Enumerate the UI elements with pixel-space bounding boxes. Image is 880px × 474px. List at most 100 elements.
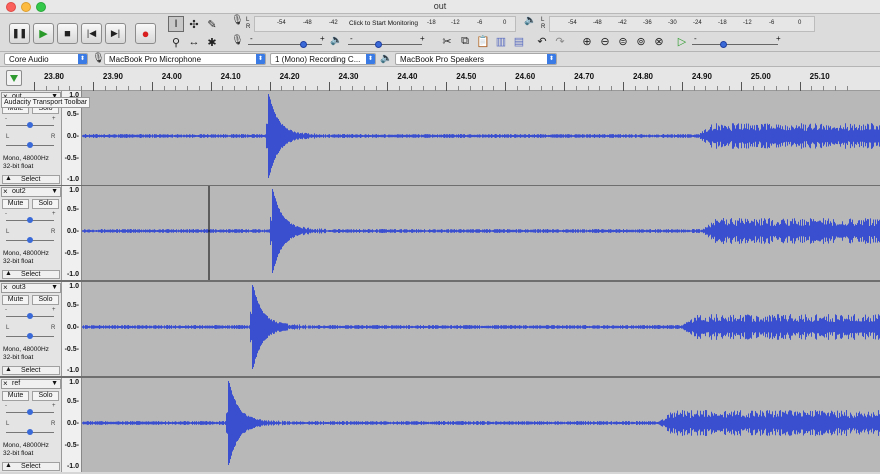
waveform-canvas (82, 285, 880, 369)
select-button[interactable]: ▲ Select (2, 270, 60, 279)
close-track-icon[interactable]: × (3, 187, 8, 196)
track-control-panel[interactable]: × out3 ▼ Mute Solo - + L R Mono, 48000Hz… (0, 282, 62, 376)
track-format: Mono, 48000Hz 32-bit float (3, 346, 49, 362)
paste-button[interactable]: 📋 (474, 32, 492, 50)
track-menu-icon[interactable]: ▼ (51, 380, 58, 387)
envelope-tool[interactable]: ✣ (186, 16, 202, 32)
copy-button[interactable]: ⧉ (456, 32, 474, 50)
pause-icon: ❚❚ (11, 28, 28, 38)
record-button[interactable]: ● (135, 23, 156, 44)
silence-icon: ▤ (513, 35, 525, 48)
track-menu-icon[interactable]: ▼ (51, 188, 58, 195)
solo-button[interactable]: Solo (32, 391, 59, 401)
timeline-tick-label: 24.10 (220, 72, 241, 81)
zoom-out-button[interactable]: ⊖ (596, 32, 614, 50)
solo-button[interactable]: Solo (32, 295, 59, 305)
close-track-icon[interactable]: × (3, 283, 8, 292)
collapse-icon[interactable]: ▲ (5, 366, 12, 373)
redo-button[interactable]: ↷ (551, 32, 569, 50)
mute-button[interactable]: Mute (2, 199, 29, 209)
select-button[interactable]: ▲ Select (2, 462, 60, 471)
collapse-icon[interactable]: ▲ (5, 270, 12, 277)
copy-icon: ⧉ (461, 34, 469, 47)
track-name-bar[interactable]: × ref ▼ (1, 379, 61, 389)
cut-button[interactable]: ✂ (438, 32, 456, 50)
waveform-path (82, 189, 880, 273)
pan-slider[interactable] (6, 141, 54, 151)
skip-to-end-button[interactable]: ▶| (105, 23, 126, 44)
gain-slider[interactable] (6, 312, 54, 322)
gain-slider[interactable] (6, 408, 54, 418)
fit-project-icon: ⊚ (636, 35, 646, 48)
recording-device-select[interactable]: MacBook Pro Microphone ⬍ (104, 53, 266, 65)
record-meter[interactable]: -54 -48 -42 Click to Start Monitoring -1… (254, 16, 516, 32)
undo-button[interactable]: ↶ (533, 32, 551, 50)
stop-button[interactable]: ■ (57, 23, 78, 44)
fit-selection-button[interactable]: ⊜ (614, 32, 632, 50)
multi-tool[interactable]: ✱ (204, 34, 220, 50)
close-track-icon[interactable]: × (3, 379, 8, 388)
collapse-icon[interactable]: ▲ (5, 462, 12, 469)
trim-button[interactable]: ▥ (492, 32, 510, 50)
playback-device-select[interactable]: MacBook Pro Speakers ⬍ (395, 53, 557, 65)
zoom-in-button[interactable]: ⊕ (578, 32, 596, 50)
silence-button[interactable]: ▤ (510, 32, 528, 50)
waveform[interactable] (82, 378, 880, 472)
collapse-icon[interactable]: ▲ (5, 175, 12, 182)
skip-to-start-button[interactable]: |◀ (81, 23, 102, 44)
amplitude-label: 0.5- (66, 111, 79, 118)
amplitude-label: 0.0- (66, 420, 79, 427)
waveform-canvas (82, 381, 880, 465)
play-at-speed-slider[interactable] (692, 39, 778, 49)
recording-channels-select[interactable]: 1 (Mono) Recording C... ⬍ (270, 53, 376, 65)
track-menu-icon[interactable]: ▼ (51, 284, 58, 291)
mute-button[interactable]: Mute (2, 295, 29, 305)
playback-device-value: MacBook Pro Speakers (400, 55, 485, 64)
amplitude-label: -1.0 (66, 463, 79, 470)
draw-tool[interactable]: ✎ (204, 16, 220, 32)
playback-volume-slider[interactable] (348, 39, 422, 49)
microphone-icon[interactable]: 🎙 (231, 15, 244, 27)
record-meter-tick: 0 (503, 20, 507, 26)
waveform[interactable] (82, 282, 880, 376)
track-control-panel[interactable]: × out2 ▼ Mute Solo - + L R Mono, 48000Hz… (0, 186, 62, 280)
audio-host-select[interactable]: Core Audio ⬍ (4, 53, 88, 65)
track-control-panel[interactable]: × ref ▼ Mute Solo - + L R Mono, 48000Hz … (0, 378, 62, 472)
amplitude-ruler: 1.0 0.5- 0.0- -0.5- -1.0 (62, 282, 82, 376)
timeline-tick-label: 24.20 (279, 72, 300, 81)
zoom-tool[interactable]: ⚲ (168, 34, 184, 50)
timeline-tick-mark (92, 82, 94, 91)
pan-left-label: L (6, 325, 10, 331)
waveform[interactable] (82, 91, 880, 185)
play-at-speed-button[interactable]: ▷ (673, 32, 691, 50)
fit-project-button[interactable]: ⊚ (632, 32, 650, 50)
mute-button[interactable]: Mute (2, 391, 29, 401)
pin-play-head-button[interactable] (6, 70, 22, 86)
record-meter-tick: -42 (329, 20, 338, 26)
pan-slider[interactable] (6, 236, 54, 246)
timeline-ruler[interactable]: 23.80 23.90 24.00 24.10 24.20 24.30 24.40 24.50… (0, 67, 880, 91)
playback-meter-tick: -18 (718, 20, 727, 26)
gain-slider[interactable] (6, 216, 54, 226)
solo-button[interactable]: Solo (32, 199, 59, 209)
track-name-bar[interactable]: × out3 ▼ (1, 283, 61, 293)
speaker-icon[interactable]: 🔈 (524, 15, 536, 27)
gain-slider[interactable] (6, 121, 54, 131)
pan-slider[interactable] (6, 428, 54, 438)
selection-tool[interactable]: I (168, 16, 184, 32)
select-button[interactable]: ▲ Select (2, 366, 60, 375)
pan-slider[interactable] (6, 332, 54, 342)
playback-meter[interactable]: -54 -48 -42 -36 -30 -24 -18 -12 -6 0 (549, 16, 815, 32)
record-volume-slider[interactable] (248, 39, 322, 49)
select-button[interactable]: ▲ Select (2, 175, 60, 184)
zoom-toggle-button[interactable]: ⊗ (650, 32, 668, 50)
play-button[interactable]: ▶ (33, 23, 54, 44)
pan-right-label: R (51, 229, 56, 235)
waveform[interactable] (82, 186, 880, 280)
track-format: Mono, 48000Hz 32-bit float (3, 250, 49, 266)
timeline-tick-label: 24.60 (515, 72, 536, 81)
time-shift-tool[interactable]: ↔ (186, 34, 202, 50)
pause-button[interactable]: ❚❚ (9, 23, 30, 44)
record-meter-right-label: R (246, 24, 251, 30)
track-name-bar[interactable]: × out2 ▼ (1, 187, 61, 197)
